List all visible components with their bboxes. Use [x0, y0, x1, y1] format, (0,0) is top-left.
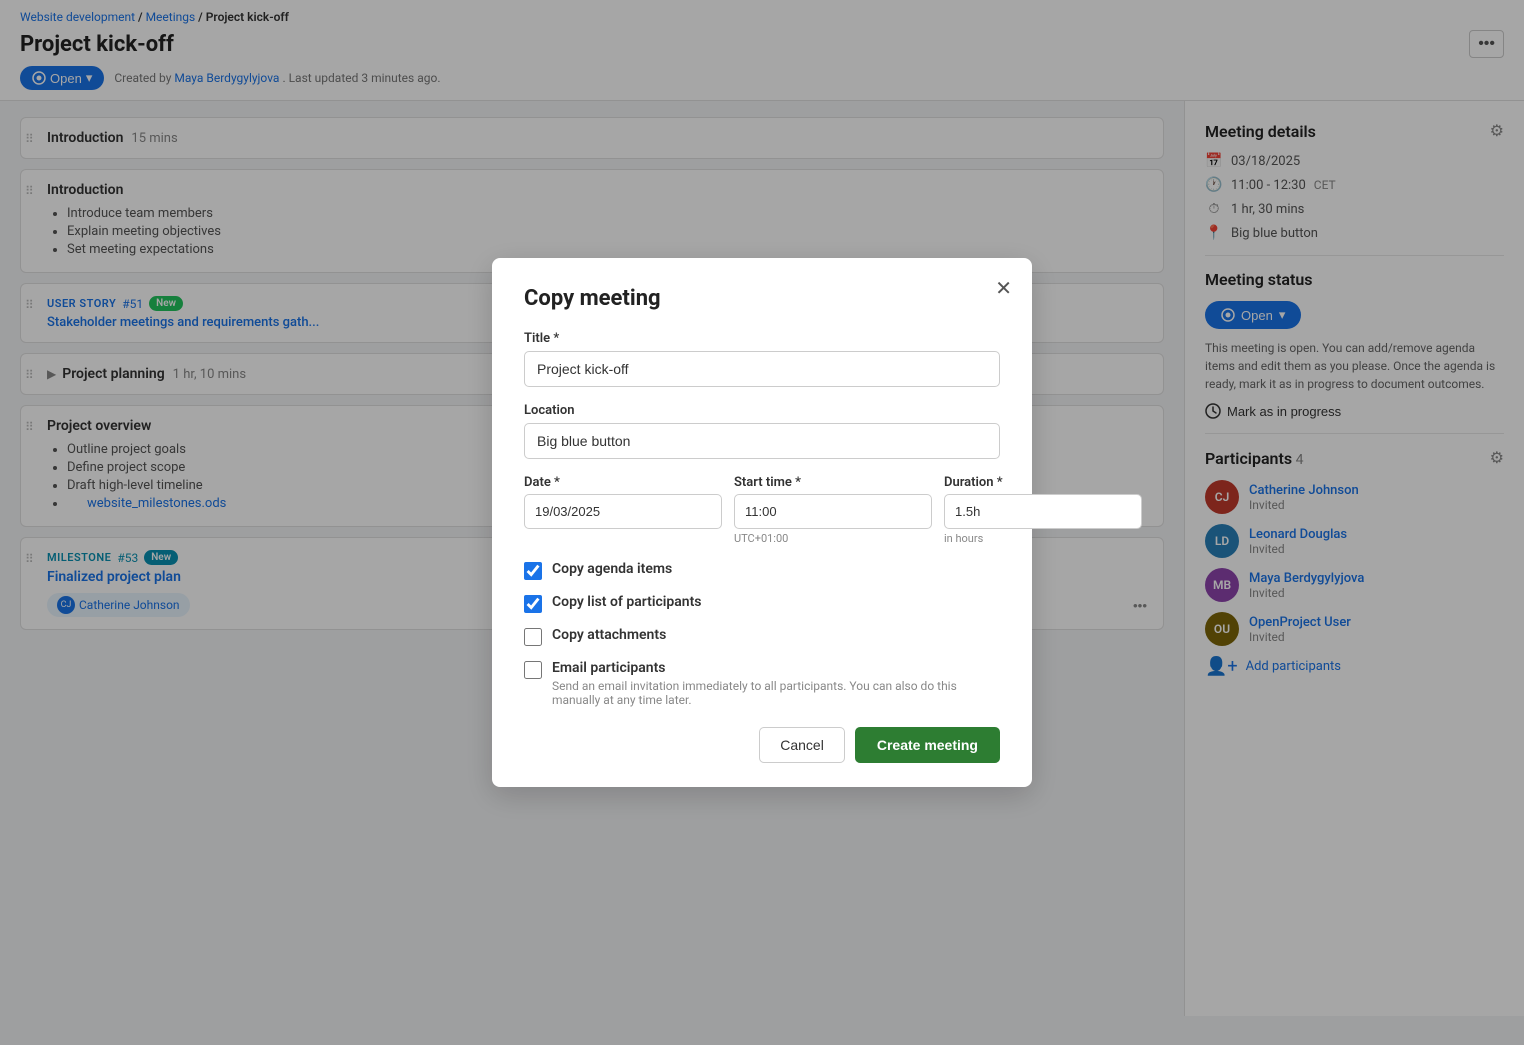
timezone-sub: UTC+01:00 [734, 532, 932, 545]
email-participants-desc: Send an email invitation immediately to … [552, 679, 1000, 707]
copy-attachments-row: Copy attachments [524, 627, 1000, 646]
copy-participants-checkbox[interactable] [524, 595, 542, 613]
date-input[interactable] [524, 494, 722, 529]
duration-label: Duration * [944, 475, 1142, 490]
copy-meeting-modal: Copy meeting ✕ Title * Location Date * S… [492, 258, 1032, 787]
copy-participants-row: Copy list of participants [524, 594, 1000, 613]
copy-agenda-checkbox[interactable] [524, 562, 542, 580]
duration-input[interactable] [944, 494, 1142, 529]
modal-actions: Cancel Create meeting [524, 727, 1000, 763]
copy-attachments-label[interactable]: Copy attachments [552, 627, 666, 643]
location-input[interactable] [524, 423, 1000, 459]
create-meeting-button[interactable]: Create meeting [855, 727, 1000, 763]
duration-sub: in hours [944, 532, 1142, 545]
copy-agenda-label[interactable]: Copy agenda items [552, 561, 672, 577]
copy-participants-label[interactable]: Copy list of participants [552, 594, 702, 610]
modal-overlay[interactable]: Copy meeting ✕ Title * Location Date * S… [0, 0, 1524, 1045]
email-participants-label[interactable]: Email participants [552, 660, 666, 676]
email-participants-row: Email participants Send an email invitat… [524, 660, 1000, 707]
modal-close-button[interactable]: ✕ [995, 276, 1012, 301]
copy-agenda-row: Copy agenda items [524, 561, 1000, 580]
start-time-label: Start time * [734, 475, 932, 490]
start-time-input[interactable] [734, 494, 932, 529]
start-time-field-group: Start time * UTC+01:00 [734, 475, 932, 545]
date-label: Date * [524, 475, 722, 490]
date-field-group: Date * [524, 475, 722, 545]
title-input[interactable] [524, 351, 1000, 387]
copy-attachments-checkbox[interactable] [524, 628, 542, 646]
location-label: Location [524, 403, 1000, 418]
duration-field-group: Duration * in hours [944, 475, 1142, 545]
cancel-button[interactable]: Cancel [759, 727, 845, 763]
modal-title: Copy meeting [524, 286, 1000, 311]
title-label: Title * [524, 331, 1000, 346]
email-participants-checkbox[interactable] [524, 661, 542, 679]
